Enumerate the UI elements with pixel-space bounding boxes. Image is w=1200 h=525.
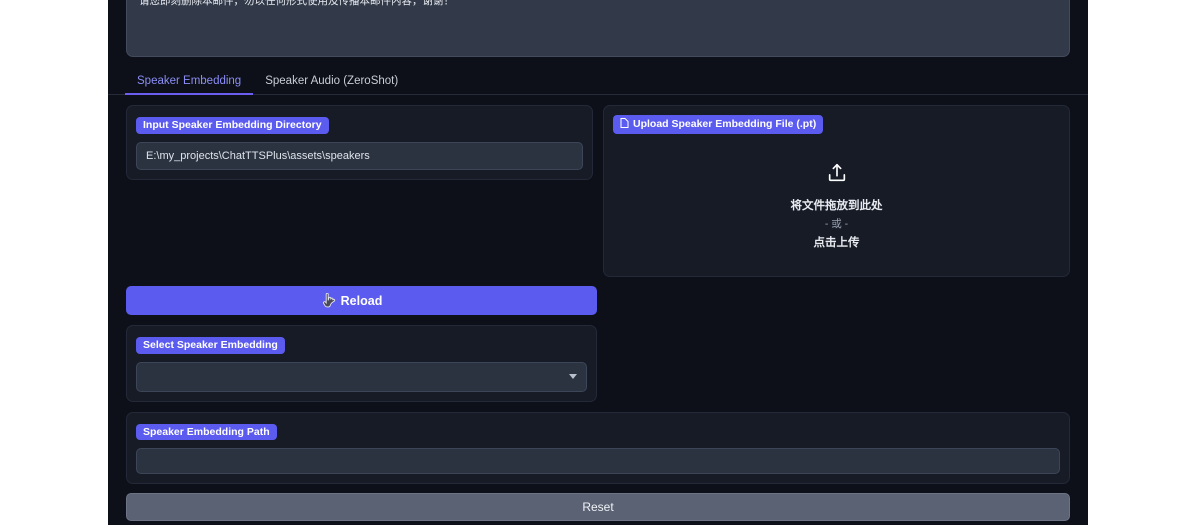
screenshot-root: 请您即刻删除本邮件，勿以任何形式使用及传播本邮件内容，谢谢！ Speaker E… (0, 0, 1200, 525)
reload-button-label: Reload (340, 293, 383, 308)
input-text-area-wrapper: 请您即刻删除本邮件，勿以任何形式使用及传播本邮件内容，谢谢！ (108, 0, 1088, 57)
input-text-area[interactable]: 请您即刻删除本邮件，勿以任何形式使用及传播本邮件内容，谢谢！ (126, 0, 1070, 57)
embedding-path-panel: Speaker Embedding Path (126, 411, 1070, 484)
upload-icon (826, 162, 848, 189)
select-embedding-dropdown[interactable] (136, 361, 587, 392)
dropzone-or-text: - 或 - (824, 218, 849, 230)
embedding-path-label: Speaker Embedding Path (136, 423, 277, 440)
speaker-directory-input[interactable]: E:\my_projects\ChatTTSPlus\assets\speake… (136, 141, 583, 170)
dropzone-click-text: 点击上传 (813, 237, 860, 249)
select-embedding-row: Select Speaker Embedding (108, 315, 1088, 402)
tab-speaker-embedding[interactable]: Speaker Embedding (125, 75, 254, 95)
reset-button[interactable]: Reset (126, 493, 1070, 521)
chevron-down-icon (569, 374, 577, 379)
select-embedding-column: Select Speaker Embedding (126, 325, 597, 402)
text-params-row: Refine text text_prompt [oral_2][laugh_0… (108, 521, 1088, 525)
reset-button-label: Reset (582, 500, 614, 514)
speaker-config-row: Input Speaker Embedding Directory E:\my_… (108, 95, 1088, 277)
upload-embedding-label: Upload Speaker Embedding File (.pt) (613, 115, 824, 134)
app-window: 请您即刻删除本邮件，勿以任何形式使用及传播本邮件内容，谢谢！ Speaker E… (108, 0, 1088, 525)
file-icon (620, 118, 629, 131)
mouse-cursor-icon (323, 292, 337, 309)
tab-speaker-audio-zeroshot-label: Speaker Audio (ZeroShot) (265, 75, 399, 87)
reload-button[interactable]: Reload (126, 286, 597, 315)
input-text-line: 请您即刻删除本邮件，勿以任何形式使用及传播本邮件内容，谢谢！ (139, 0, 454, 7)
upload-embedding-panel: Upload Speaker Embedding File (.pt) 将文件拖… (603, 105, 1070, 277)
upload-embedding-label-text: Upload Speaker Embedding File (.pt) (633, 118, 817, 130)
upload-dropzone[interactable]: 将文件拖放到此处 - 或 - 点击上传 (604, 136, 1069, 276)
speaker-directory-label: Input Speaker Embedding Directory (136, 117, 329, 134)
speaker-left-column: Input Speaker Embedding Directory E:\my_… (126, 105, 593, 277)
select-embedding-label: Select Speaker Embedding (136, 337, 285, 354)
dropzone-drop-text: 将文件拖放到此处 (790, 200, 883, 212)
speaker-directory-value: E:\my_projects\ChatTTSPlus\assets\speake… (146, 149, 370, 162)
embedding-path-input[interactable] (136, 448, 1060, 474)
tab-speaker-audio-zeroshot[interactable]: Speaker Audio (ZeroShot) (253, 75, 410, 94)
tab-bar: Speaker Embedding Speaker Audio (ZeroSho… (108, 67, 1088, 95)
speaker-directory-panel: Input Speaker Embedding Directory E:\my_… (126, 105, 593, 180)
select-embedding-panel: Select Speaker Embedding (126, 325, 597, 402)
speaker-right-column: Upload Speaker Embedding File (.pt) 将文件拖… (603, 105, 1070, 277)
tab-speaker-embedding-label: Speaker Embedding (137, 75, 242, 87)
